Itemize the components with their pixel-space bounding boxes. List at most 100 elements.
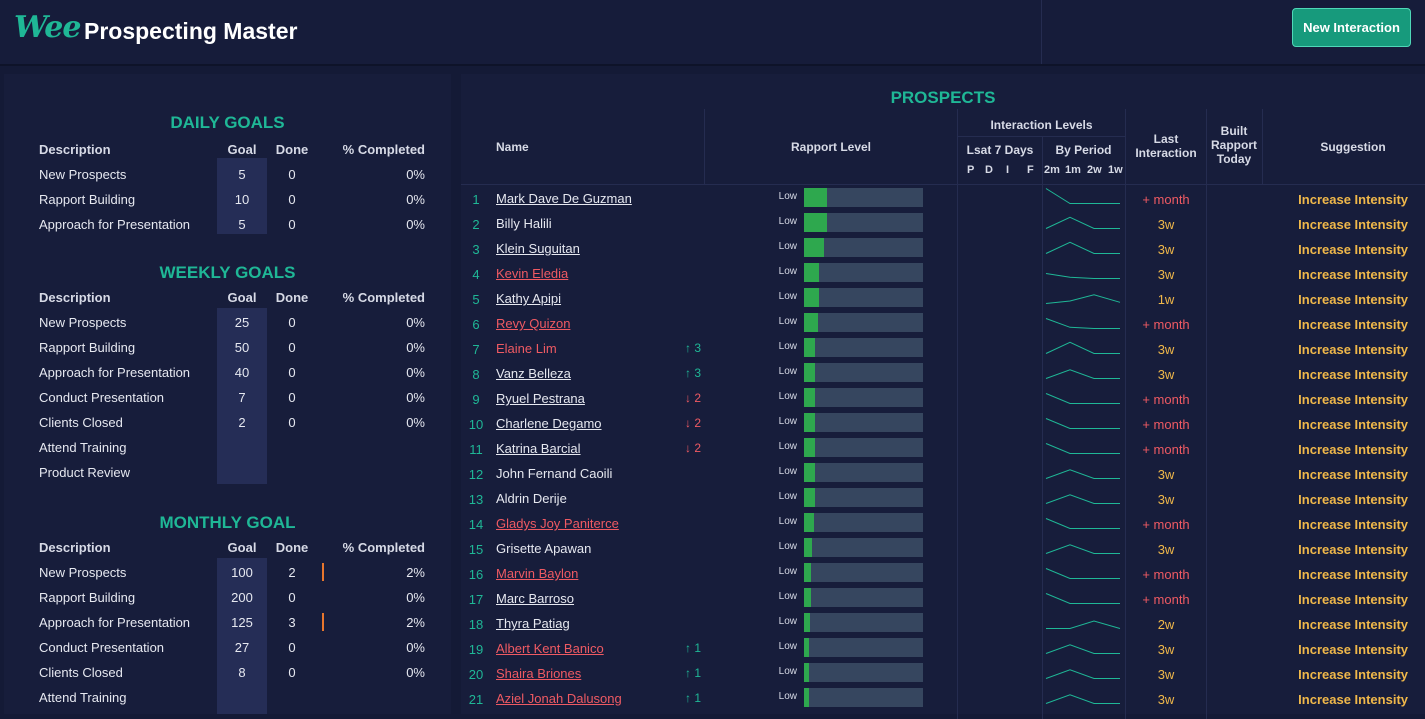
rapport-level-bar <box>804 263 923 282</box>
rapport-level-label: Low <box>778 191 797 202</box>
prospect-row-number: 13 <box>468 492 484 507</box>
prospect-name[interactable]: Mark Dave De Guzman <box>496 186 632 211</box>
rapport-level-bar <box>804 613 923 632</box>
prospect-name[interactable]: Kevin Eledia <box>496 261 568 286</box>
weekly-header-done: Done <box>275 290 309 305</box>
suggestion-value: Increase Intensity <box>1298 192 1408 207</box>
prospect-row: 16 Marvin Baylon Low + month Increase Intens… <box>461 561 1425 586</box>
weekly-goal-row: Approach for Presentation 40 0 0% <box>4 360 451 385</box>
interaction-sparkline <box>1045 294 1121 304</box>
prospect-name: Grisette Apawan <box>496 541 592 556</box>
rapport-level-bar-fill <box>804 213 827 232</box>
rapport-level-bar-fill <box>804 563 811 582</box>
rapport-level-bar-fill <box>804 663 809 682</box>
column-divider <box>704 109 705 184</box>
weekly-goal-description: Product Review <box>39 465 131 480</box>
period-subheader-2m: 2m <box>1044 164 1060 176</box>
weekly-goal-description: New Prospects <box>39 315 127 330</box>
interaction-sparkline <box>1045 494 1120 504</box>
prospect-row: 14 Gladys Joy Paniterce Low + month Increase… <box>461 511 1425 536</box>
monthly-goal-goal: 27 <box>234 640 250 655</box>
last7-subheader-p: P <box>967 164 975 176</box>
col-header-interaction-levels: Interaction Levels <box>990 118 1093 132</box>
sparkline-path <box>1045 669 1120 679</box>
rapport-level-label: Low <box>778 291 797 302</box>
prospect-name[interactable]: Marvin Baylon <box>496 561 578 586</box>
rapport-level-bar-fill <box>804 238 824 257</box>
weekly-goal-description: Conduct Presentation <box>39 390 165 405</box>
last-interaction-value: 3w <box>1157 467 1175 482</box>
weekly-goal-description: Approach for Presentation <box>39 365 191 380</box>
rapport-level-bar <box>804 563 923 582</box>
suggestion-value: Increase Intensity <box>1298 242 1408 257</box>
rapport-level-bar <box>804 588 923 607</box>
prospect-name[interactable]: Klein Suguitan <box>496 236 580 261</box>
daily-header-pct-completed: % Completed <box>342 142 425 157</box>
monthly-goal-done: 0 <box>288 640 296 655</box>
sparkline-path <box>1045 418 1120 429</box>
weekly-goal-row: Clients Closed 2 0 0% <box>4 410 451 435</box>
rapport-level-bar-fill <box>804 188 827 207</box>
interaction-sparkline <box>1045 393 1120 404</box>
prospect-name[interactable]: Katrina Barcial <box>496 436 581 461</box>
prospect-name[interactable]: Ryuel Pestrana <box>496 386 585 411</box>
suggestion-value: Increase Intensity <box>1298 617 1408 632</box>
prospect-name[interactable]: Thyra Patiag <box>496 611 570 636</box>
prospect-name: Aldrin Derije <box>496 491 567 506</box>
prospect-name[interactable]: Aziel Jonah Dalusong <box>496 686 622 711</box>
rapport-level-label: Low <box>778 266 797 277</box>
interaction-sparkline <box>1045 418 1120 429</box>
rapport-level-label: Low <box>778 341 797 352</box>
suggestion-value: Increase Intensity <box>1298 517 1408 532</box>
app-logo: Wee <box>14 10 81 45</box>
weekly-goal-goal: 2 <box>238 415 246 430</box>
prospect-name[interactable]: Shaira Briones <box>496 661 581 686</box>
sparkline-path <box>1046 620 1121 629</box>
rapport-level-bar-fill <box>804 438 815 457</box>
last-interaction-value: 3w <box>1157 642 1175 657</box>
new-interaction-button[interactable]: New Interaction <box>1292 8 1411 47</box>
weekly-goal-pct-completed: 0% <box>406 340 425 355</box>
prospect-row-number: 7 <box>472 342 480 357</box>
interaction-sparkline <box>1045 369 1120 379</box>
last7-subheader-i: I <box>1006 164 1010 176</box>
rank-trend-indicator: ↑ 1 <box>684 641 701 655</box>
header-divider <box>958 136 1125 137</box>
monthly-goal-goal: 125 <box>231 615 253 630</box>
rapport-level-label: Low <box>778 416 797 427</box>
last-interaction-value: 3w <box>1157 492 1175 507</box>
interaction-sparkline <box>1045 568 1120 579</box>
rapport-level-bar <box>804 513 923 532</box>
last-interaction-value: + month <box>1142 192 1190 207</box>
rapport-level-bar-fill <box>804 638 809 657</box>
prospect-row: 7 Elaine Lim ↑ 3 Low 3w Increase Intensity <box>461 336 1425 361</box>
rank-trend-indicator: ↑ 3 <box>684 366 701 380</box>
prospect-row: 19 Albert Kent Banico ↑ 1 Low 3w Increase Int… <box>461 636 1425 661</box>
prospect-name[interactable]: Albert Kent Banico <box>496 636 604 661</box>
prospect-row: 15 Grisette Apawan Low 3w Increase Intensity <box>461 536 1425 561</box>
rapport-level-bar <box>804 363 923 382</box>
prospect-row-number: 16 <box>468 567 484 582</box>
prospect-name[interactable]: Charlene Degamo <box>496 411 602 436</box>
prospect-row-number: 6 <box>472 317 480 332</box>
prospect-name[interactable]: Revy Quizon <box>496 311 570 336</box>
monthly-goal-description: Rapport Building <box>39 590 136 605</box>
last-interaction-value: 3w <box>1157 367 1175 382</box>
prospect-name[interactable]: Gladys Joy Paniterce <box>496 511 619 536</box>
rapport-level-bar <box>804 238 923 257</box>
rapport-level-bar-fill <box>804 588 811 607</box>
monthly-progress-tick <box>322 613 324 631</box>
weekly-goal-goal: 40 <box>234 365 250 380</box>
prospect-name[interactable]: Vanz Belleza <box>496 361 571 386</box>
rapport-level-label: Low <box>778 216 797 227</box>
rapport-level-label: Low <box>778 316 797 327</box>
prospect-name[interactable]: Kathy Apipi <box>496 286 561 311</box>
suggestion-value: Increase Intensity <box>1298 317 1408 332</box>
last-interaction-value: 3w <box>1157 667 1175 682</box>
weekly-goal-row: Product Review <box>4 460 451 485</box>
sparkline-path <box>1045 273 1120 279</box>
prospect-row-number: 21 <box>468 692 484 707</box>
last-interaction-value: + month <box>1142 567 1190 582</box>
rapport-level-bar-fill <box>804 288 819 307</box>
prospect-name[interactable]: Marc Barroso <box>496 586 574 611</box>
